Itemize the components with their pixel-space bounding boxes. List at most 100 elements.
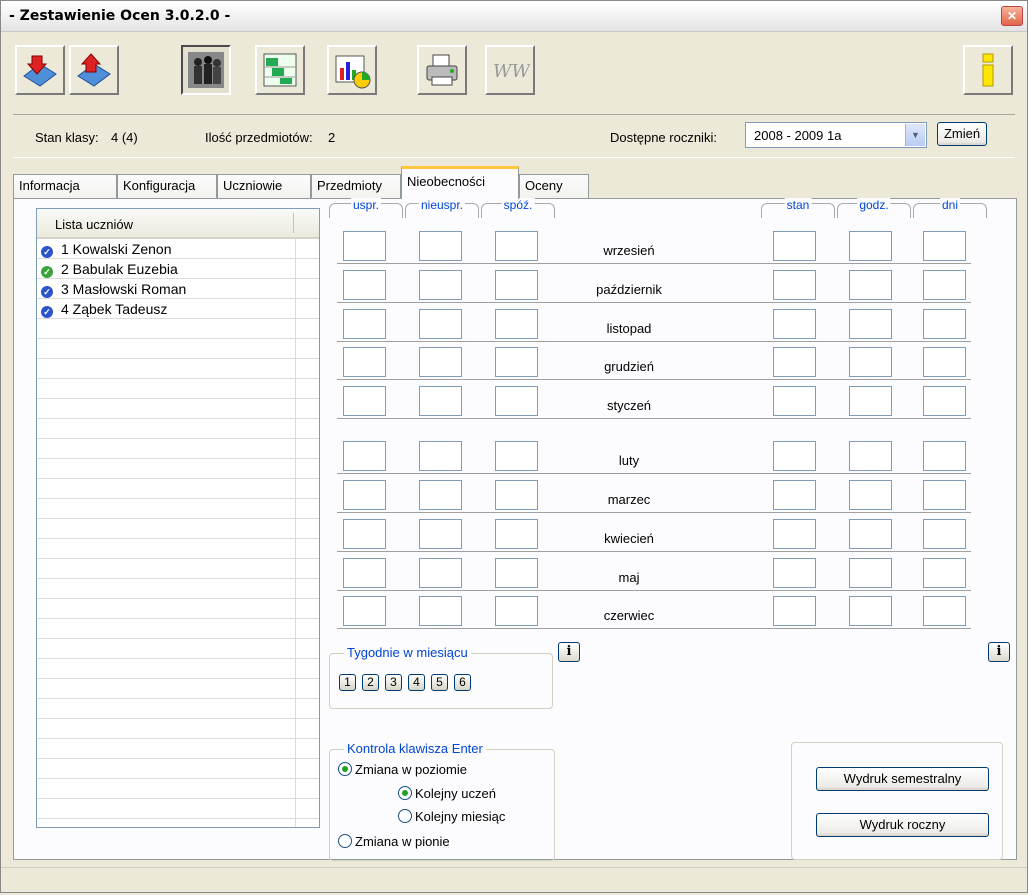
absence-cell[interactable] xyxy=(419,347,462,377)
radio-next-month[interactable]: Kolejny miesiąc xyxy=(398,809,505,824)
chevron-down-icon[interactable]: ▼ xyxy=(905,124,925,146)
absence-cell[interactable] xyxy=(923,347,966,377)
absence-cell[interactable] xyxy=(343,441,386,471)
absence-cell[interactable] xyxy=(419,480,462,510)
absence-cell[interactable] xyxy=(343,309,386,339)
students-list[interactable]: Lista uczniów ✓ 1 Kowalski Zenon ✓ 2 Babul… xyxy=(36,208,320,828)
tab-oceny[interactable]: Oceny xyxy=(519,174,589,198)
absence-cell[interactable] xyxy=(849,270,892,300)
absence-cell[interactable] xyxy=(419,386,462,416)
absence-cell[interactable] xyxy=(923,480,966,510)
radio-horizontal[interactable]: Zmiana w poziomie xyxy=(338,762,467,777)
absence-cell[interactable] xyxy=(495,596,538,626)
absence-cell[interactable] xyxy=(343,386,386,416)
absence-cell[interactable] xyxy=(849,519,892,549)
absence-cell[interactable] xyxy=(849,309,892,339)
absence-cell[interactable] xyxy=(495,231,538,261)
info-button[interactable] xyxy=(963,45,1013,95)
print-button[interactable] xyxy=(417,45,467,95)
absence-cell[interactable] xyxy=(923,231,966,261)
absence-cell[interactable] xyxy=(849,596,892,626)
statistics-button[interactable] xyxy=(327,45,377,95)
students-button[interactable] xyxy=(181,45,231,95)
absence-cell[interactable] xyxy=(419,558,462,588)
absence-cell[interactable] xyxy=(923,596,966,626)
absence-cell[interactable] xyxy=(773,347,816,377)
absence-cell[interactable] xyxy=(495,386,538,416)
list-item[interactable]: ✓ 4 Ząbek Tadeusz xyxy=(41,299,167,319)
print-semester-button[interactable]: Wydruk semestralny xyxy=(816,767,989,791)
tab-informacja[interactable]: Informacja xyxy=(13,174,117,198)
absence-cell[interactable] xyxy=(849,386,892,416)
absence-cell[interactable] xyxy=(773,441,816,471)
column-header-justified: uspr. xyxy=(329,198,403,218)
students-list-header[interactable]: Lista uczniów xyxy=(37,209,319,239)
absence-cell[interactable] xyxy=(773,309,816,339)
absence-cell[interactable] xyxy=(773,270,816,300)
absence-cell[interactable] xyxy=(343,270,386,300)
absence-cell[interactable] xyxy=(495,347,538,377)
tab-przedmioty[interactable]: Przedmioty xyxy=(311,174,401,198)
absence-cell[interactable] xyxy=(343,231,386,261)
absence-cell[interactable] xyxy=(849,231,892,261)
import-button[interactable] xyxy=(15,45,65,95)
absence-cell[interactable] xyxy=(923,386,966,416)
absence-cell[interactable] xyxy=(495,480,538,510)
absence-cell[interactable] xyxy=(849,480,892,510)
week-button-1[interactable]: 1 xyxy=(339,674,356,691)
absence-cell[interactable] xyxy=(773,519,816,549)
www-button[interactable]: WW xyxy=(485,45,535,95)
years-select[interactable]: 2008 - 2009 1a ▼ xyxy=(745,122,927,148)
absence-cell[interactable] xyxy=(495,558,538,588)
tab-konfiguracja[interactable]: Konfiguracja xyxy=(117,174,217,198)
absence-cell[interactable] xyxy=(849,347,892,377)
list-item[interactable]: ✓ 2 Babulak Euzebia xyxy=(41,259,178,279)
list-item[interactable]: ✓ 1 Kowalski Zenon xyxy=(41,239,172,259)
info-button-right[interactable]: i xyxy=(988,642,1010,662)
week-button-3[interactable]: 3 xyxy=(385,674,402,691)
week-button-2[interactable]: 2 xyxy=(362,674,379,691)
absence-cell[interactable] xyxy=(495,519,538,549)
absence-cell[interactable] xyxy=(849,441,892,471)
absence-cell[interactable] xyxy=(419,519,462,549)
print-yearly-button[interactable]: Wydruk roczny xyxy=(816,813,989,837)
absence-cell[interactable] xyxy=(343,480,386,510)
absence-cell[interactable] xyxy=(343,558,386,588)
absence-cell[interactable] xyxy=(419,309,462,339)
absence-cell[interactable] xyxy=(419,441,462,471)
radio-vertical[interactable]: Zmiana w pionie xyxy=(338,834,450,849)
absence-cell[interactable] xyxy=(923,519,966,549)
week-button-6[interactable]: 6 xyxy=(454,674,471,691)
absence-cell[interactable] xyxy=(773,231,816,261)
grades-sheet-button[interactable] xyxy=(255,45,305,95)
absence-cell[interactable] xyxy=(495,309,538,339)
absence-cell[interactable] xyxy=(419,231,462,261)
tab-uczniowie[interactable]: Uczniowie xyxy=(217,174,311,198)
list-item[interactable]: ✓ 3 Masłowski Roman xyxy=(41,279,186,299)
absence-cell[interactable] xyxy=(773,386,816,416)
absence-cell[interactable] xyxy=(773,596,816,626)
tab-nieobecnosci[interactable]: Nieobecności xyxy=(401,166,519,199)
absence-cell[interactable] xyxy=(419,596,462,626)
absence-cell[interactable] xyxy=(849,558,892,588)
absence-cell[interactable] xyxy=(923,558,966,588)
absence-cell[interactable] xyxy=(343,596,386,626)
absence-cell[interactable] xyxy=(343,347,386,377)
absence-cell[interactable] xyxy=(495,441,538,471)
month-label: czerwiec xyxy=(603,608,655,623)
radio-next-student[interactable]: Kolejny uczeń xyxy=(398,786,496,801)
absence-cell[interactable] xyxy=(773,558,816,588)
absence-cell[interactable] xyxy=(923,309,966,339)
absence-cell[interactable] xyxy=(419,270,462,300)
export-button[interactable] xyxy=(69,45,119,95)
week-button-4[interactable]: 4 xyxy=(408,674,425,691)
absence-cell[interactable] xyxy=(495,270,538,300)
absence-cell[interactable] xyxy=(923,441,966,471)
week-button-5[interactable]: 5 xyxy=(431,674,448,691)
info-button-left[interactable]: i xyxy=(558,642,580,662)
close-icon[interactable]: ✕ xyxy=(1001,6,1023,26)
absence-cell[interactable] xyxy=(923,270,966,300)
absence-cell[interactable] xyxy=(773,480,816,510)
absence-cell[interactable] xyxy=(343,519,386,549)
change-year-button[interactable]: Zmień xyxy=(937,122,987,146)
